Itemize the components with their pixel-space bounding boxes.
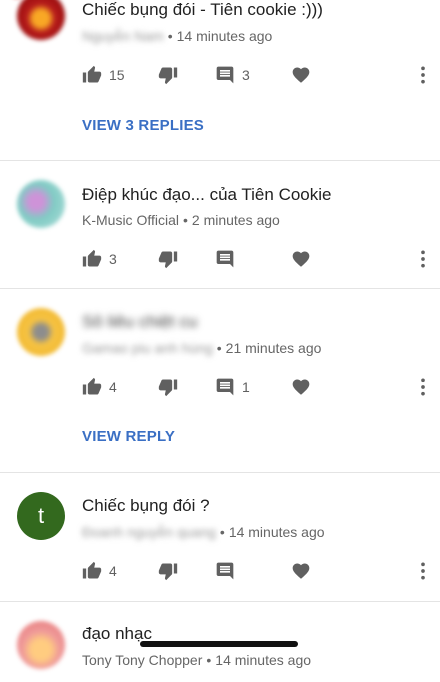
comment-time: 14 minutes ago	[228, 524, 325, 540]
heart-button[interactable]	[291, 63, 311, 87]
home-indicator[interactable]	[140, 641, 298, 647]
comment-author[interactable]: Nguyễn Nam	[82, 28, 164, 44]
comment-time: 14 minutes ago	[215, 652, 312, 668]
meta-separator: •	[216, 340, 222, 356]
more-options-button[interactable]	[420, 249, 426, 274]
heart-icon	[291, 249, 311, 269]
comment-author[interactable]: Đoanh nguyễn quang	[82, 524, 216, 540]
comment-author[interactable]: Tony Tony Chopper	[82, 652, 202, 668]
heart-button[interactable]	[291, 559, 311, 583]
thumb-down-icon	[158, 249, 178, 269]
reply-button[interactable]	[215, 559, 235, 583]
meta-separator: •	[219, 524, 225, 540]
comment-author[interactable]: Gamao piu anh hùng	[82, 340, 213, 356]
thumb-up-icon	[82, 249, 102, 269]
reply-count: 1	[242, 379, 250, 395]
comment-time: 14 minutes ago	[176, 28, 273, 44]
reply-button[interactable]: 3	[215, 63, 250, 87]
comment-actions: 3	[82, 247, 440, 271]
more-options-button[interactable]	[420, 65, 426, 90]
like-count: 4	[109, 563, 117, 579]
comment-meta: Gamao piu anh hùng • 21 minutes ago	[82, 340, 321, 356]
more-vert-icon	[420, 377, 426, 397]
comment-actions: 4	[82, 559, 440, 583]
like-button[interactable]: 15	[82, 63, 125, 87]
comment-time: 21 minutes ago	[225, 340, 322, 356]
comment-meta: Nguyễn Nam • 14 minutes ago	[82, 28, 272, 44]
avatar[interactable]: t	[17, 492, 65, 540]
dislike-button[interactable]	[158, 63, 178, 87]
like-button[interactable]: 4	[82, 559, 117, 583]
comment-text: Chiếc bụng đói - Tiên cookie :)))	[82, 0, 323, 19]
comment-item: t Chiếc bụng đói ? Đoanh nguyễn quang • 14…	[0, 473, 440, 602]
view-replies-link[interactable]: VIEW REPLY	[82, 428, 175, 445]
reply-button[interactable]	[215, 247, 235, 271]
avatar[interactable]	[17, 308, 65, 356]
comment-item: Chiếc bụng đói - Tiên cookie :))) Nguyễn…	[0, 0, 440, 161]
heart-icon	[291, 561, 311, 581]
comment-text: Sô liêu chiệt cu	[82, 312, 198, 331]
comment-icon	[215, 561, 235, 581]
like-count: 3	[109, 251, 117, 267]
meta-separator: •	[182, 212, 188, 228]
more-vert-icon	[420, 249, 426, 269]
avatar[interactable]	[17, 180, 65, 228]
comment-icon	[215, 65, 235, 85]
more-vert-icon	[420, 65, 426, 85]
heart-icon	[291, 377, 311, 397]
like-button[interactable]: 4	[82, 375, 117, 399]
heart-button[interactable]	[291, 247, 311, 271]
like-count: 4	[109, 379, 117, 395]
comment-text: Chiếc bụng đói ?	[82, 496, 210, 515]
dislike-button[interactable]	[158, 247, 178, 271]
comment-icon	[215, 249, 235, 269]
comment-icon	[215, 377, 235, 397]
thumb-up-icon	[82, 561, 102, 581]
comment-item: Điệp khúc đạo... của Tiên Cookie K-Music…	[0, 161, 440, 289]
like-button[interactable]: 3	[82, 247, 117, 271]
heart-button[interactable]	[291, 375, 311, 399]
heart-icon	[291, 65, 311, 85]
comment-meta: Đoanh nguyễn quang • 14 minutes ago	[82, 524, 325, 540]
more-vert-icon	[420, 561, 426, 581]
reply-button[interactable]: 1	[215, 375, 250, 399]
view-replies-link[interactable]: VIEW 3 REPLIES	[82, 117, 204, 134]
more-options-button[interactable]	[420, 561, 426, 586]
comment-actions: 4 1	[82, 375, 440, 399]
avatar[interactable]	[17, 0, 65, 40]
comment-actions: 15 3	[82, 63, 440, 87]
like-count: 15	[109, 67, 125, 83]
comment-meta: Tony Tony Chopper • 14 minutes ago	[82, 652, 311, 668]
thumb-up-icon	[82, 377, 102, 397]
reply-count: 3	[242, 67, 250, 83]
dislike-button[interactable]	[158, 375, 178, 399]
comment-item: Sô liêu chiệt cu Gamao piu anh hùng • 21 m…	[0, 289, 440, 473]
comment-meta: K-Music Official • 2 minutes ago	[82, 212, 280, 228]
thumb-down-icon	[158, 377, 178, 397]
thumb-down-icon	[158, 65, 178, 85]
meta-separator: •	[167, 28, 173, 44]
comment-time: 2 minutes ago	[191, 212, 280, 228]
more-options-button[interactable]	[420, 377, 426, 402]
thumb-down-icon	[158, 561, 178, 581]
meta-separator: •	[206, 652, 212, 668]
avatar[interactable]	[17, 621, 65, 669]
thumb-up-icon	[82, 65, 102, 85]
comment-text: Điệp khúc đạo... của Tiên Cookie	[82, 185, 332, 204]
comment-author[interactable]: K-Music Official	[82, 212, 179, 228]
dislike-button[interactable]	[158, 559, 178, 583]
